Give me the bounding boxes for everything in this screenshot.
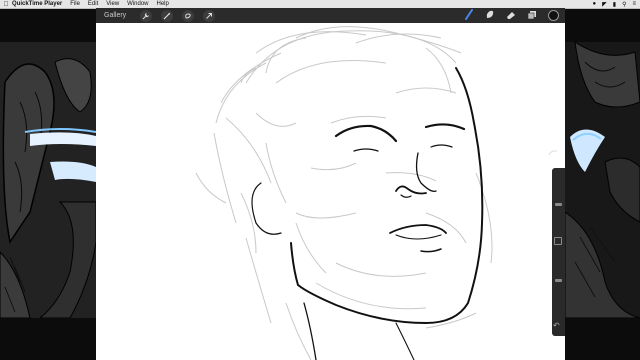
drawing-canvas[interactable] (96, 23, 565, 360)
undo-icon[interactable]: ↶ (553, 321, 560, 330)
brush-icon[interactable] (465, 7, 474, 25)
comic-art-left-image (0, 42, 96, 318)
face-sketch-drawing (195, 26, 493, 360)
comic-art-right-image (565, 42, 640, 318)
status-circle-icon[interactable]: ● (593, 1, 597, 7)
menu-list-icon[interactable]: ≡ (632, 1, 636, 7)
sidebar-slider-strip (552, 168, 565, 336)
menu-edit[interactable]: Edit (88, 0, 98, 8)
menu-file[interactable]: File (70, 0, 80, 8)
brush-size-slider[interactable] (555, 203, 562, 206)
transform-arrow-icon[interactable] (203, 9, 216, 22)
layers-icon[interactable] (527, 7, 537, 25)
color-swatch[interactable] (548, 10, 559, 21)
menu-view[interactable]: View (106, 0, 119, 8)
search-icon[interactable]: ⚲ (622, 1, 626, 8)
menu-window[interactable]: Window (127, 0, 148, 8)
gallery-button[interactable]: Gallery (104, 12, 126, 19)
opacity-slider[interactable] (555, 279, 562, 282)
wifi-icon[interactable]: ◤ (602, 1, 607, 8)
apple-icon[interactable]:  (0, 1, 12, 8)
status-icons: ● ◤ ▮ ⚲ ≡ (593, 1, 640, 8)
sidebar-tab-handle[interactable] (548, 144, 558, 156)
menu-app-name[interactable]: QuickTime Player (12, 0, 62, 8)
wrench-icon[interactable] (140, 9, 153, 22)
selection-icon[interactable] (182, 9, 195, 22)
square-modify-icon[interactable] (554, 237, 562, 245)
smudge-icon[interactable] (485, 7, 495, 25)
eraser-icon[interactable] (506, 7, 516, 25)
procreate-toolbar: Gallery (96, 8, 565, 23)
menu-help[interactable]: Help (157, 0, 169, 8)
battery-icon[interactable]: ▮ (613, 1, 616, 8)
magic-wand-icon[interactable] (161, 9, 174, 22)
